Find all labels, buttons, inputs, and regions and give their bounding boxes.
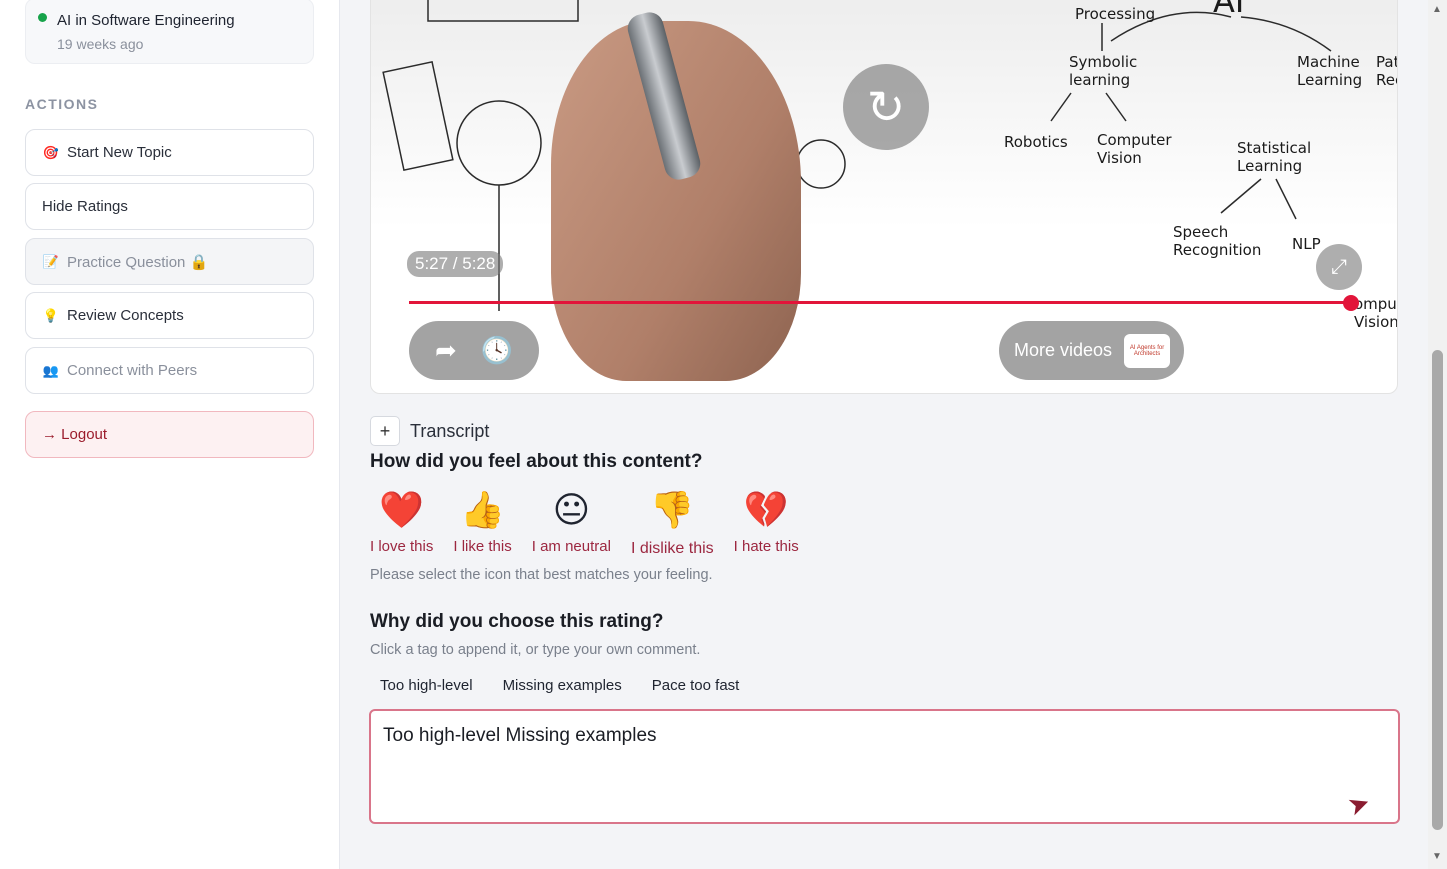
main-content: Processing AI Symbolic learning Machine … [340, 0, 1428, 869]
rating-hate[interactable]: 💔 I hate this [734, 486, 799, 558]
rating-hate-label: I hate this [733, 538, 799, 555]
current-topic-card[interactable]: AI in Software Engineering 19 weeks ago [25, 0, 314, 64]
reason-tags: Too high-level Missing examples Pace too… [370, 675, 759, 696]
label-robotics: Robotics [1004, 133, 1068, 151]
feeling-question: How did you feel about this content? [370, 451, 703, 472]
label-symbolic-learning: Symbolic learning [1069, 53, 1138, 89]
scroll-up-arrow-icon[interactable]: ▲ [1432, 4, 1442, 15]
logout-label: → Logout [42, 426, 108, 443]
watch-later-icon[interactable]: 🕓 [481, 335, 513, 366]
share-icon[interactable]: ➦ [435, 335, 457, 366]
reason-question: Why did you choose this rating? [370, 611, 664, 632]
rating-neutral[interactable]: 😐 I am neutral [532, 486, 611, 558]
rating-dislike[interactable]: 👎 I dislike this [631, 486, 714, 558]
label-processing: Processing [1075, 5, 1156, 23]
start-new-topic-label: Start New Topic [67, 144, 172, 161]
reason-hint: Click a tag to append it, or type your o… [370, 642, 701, 658]
connect-with-peers-button[interactable]: 👥 Connect with Peers [25, 347, 314, 394]
fullscreen-button[interactable]: ⤢ [1316, 244, 1362, 290]
rating-like[interactable]: 👍 I like this [453, 486, 511, 558]
feeling-hint: Please select the icon that best matches… [370, 567, 713, 583]
more-videos-button[interactable]: More videos AI Agents for Architects [999, 321, 1184, 380]
actions-heading: ACTIONS [25, 96, 99, 112]
tag-missing-examples[interactable]: Missing examples [493, 675, 632, 696]
rating-love[interactable]: ❤️ I love this [370, 486, 433, 558]
more-videos-label: More videos [1014, 340, 1113, 360]
label-ai: AI [1213, 0, 1245, 20]
progress-scrubber[interactable] [1343, 295, 1359, 311]
rating-like-label: I like this [453, 538, 512, 555]
scroll-down-arrow-icon[interactable]: ▼ [1432, 851, 1442, 862]
practice-question-label: Practice Question 🔒 [67, 253, 209, 271]
rating-dislike-label: I dislike this [630, 540, 714, 557]
logout-button[interactable]: → Logout [25, 411, 314, 458]
review-concepts-label: Review Concepts [67, 307, 184, 324]
label-computer-vision-2: omputer Vision [1354, 295, 1398, 331]
status-dot-icon [38, 13, 47, 22]
lightbulb-icon: 💡 [42, 307, 60, 323]
more-videos-thumbnail: AI Agents for Architects [1124, 333, 1171, 368]
label-speech-recognition: Speech Recognition [1173, 223, 1262, 259]
practice-question-button[interactable]: 📝 Practice Question 🔒 [25, 238, 314, 285]
comment-textarea[interactable]: Too high-level Missing examples [369, 709, 1400, 824]
label-machine-learning: Machine Learning [1297, 53, 1363, 89]
share-watch-later-controls: ➦ 🕓 [409, 321, 539, 380]
broken-heart-icon: 💔 [743, 489, 789, 530]
heart-icon: ❤️ [379, 489, 425, 530]
memo-icon: 📝 [42, 253, 60, 269]
tag-too-high-level[interactable]: Too high-level [370, 675, 483, 696]
page-scrollbar[interactable]: ▲ ▼ [1428, 0, 1447, 869]
hide-ratings-label: Hide Ratings [42, 198, 128, 215]
people-icon: 👥 [42, 362, 60, 378]
transcript-label: Transcript [410, 420, 490, 441]
scrollbar-thumb[interactable] [1432, 350, 1443, 830]
rating-neutral-label: I am neutral [531, 538, 611, 555]
video-progress-bar[interactable] [409, 301, 1353, 304]
feeling-options: ❤️ I love this 👍 I like this 😐 I am neut… [370, 486, 819, 558]
neutral-face-icon: 😐 [552, 489, 591, 530]
sidebar: AI in Software Engineering 19 weeks ago … [0, 0, 340, 869]
connect-with-peers-label: Connect with Peers [67, 362, 198, 379]
topic-timestamp: 19 weeks ago [57, 36, 144, 52]
label-pattern-recognition: Pat Rec [1376, 53, 1398, 89]
target-icon: 🎯 [42, 144, 60, 160]
replay-button[interactable]: ↻ [843, 64, 929, 150]
video-player[interactable]: Processing AI Symbolic learning Machine … [370, 0, 1398, 394]
plus-icon[interactable]: + [370, 416, 400, 446]
topic-title: AI in Software Engineering [57, 12, 235, 29]
replay-icon: ↻ [866, 81, 906, 133]
review-concepts-button[interactable]: 💡 Review Concepts [25, 292, 314, 339]
rating-love-label: I love this [370, 538, 434, 555]
label-statistical-learning: Statistical Learning [1237, 139, 1312, 175]
video-time: 5:27 / 5:28 [407, 251, 504, 277]
thumbs-down-icon: 👎 [649, 489, 695, 530]
expand-icon: ⤢ [1331, 255, 1347, 278]
label-nlp: NLP [1292, 235, 1321, 253]
transcript-toggle[interactable]: + Transcript [370, 416, 489, 446]
hide-ratings-button[interactable]: Hide Ratings [25, 183, 314, 230]
start-new-topic-button[interactable]: 🎯 Start New Topic [25, 129, 314, 176]
thumbs-up-icon: 👍 [460, 489, 505, 530]
label-computer-vision: Computer Vision [1097, 131, 1172, 167]
tag-pace-too-fast[interactable]: Pace too fast [642, 675, 750, 696]
